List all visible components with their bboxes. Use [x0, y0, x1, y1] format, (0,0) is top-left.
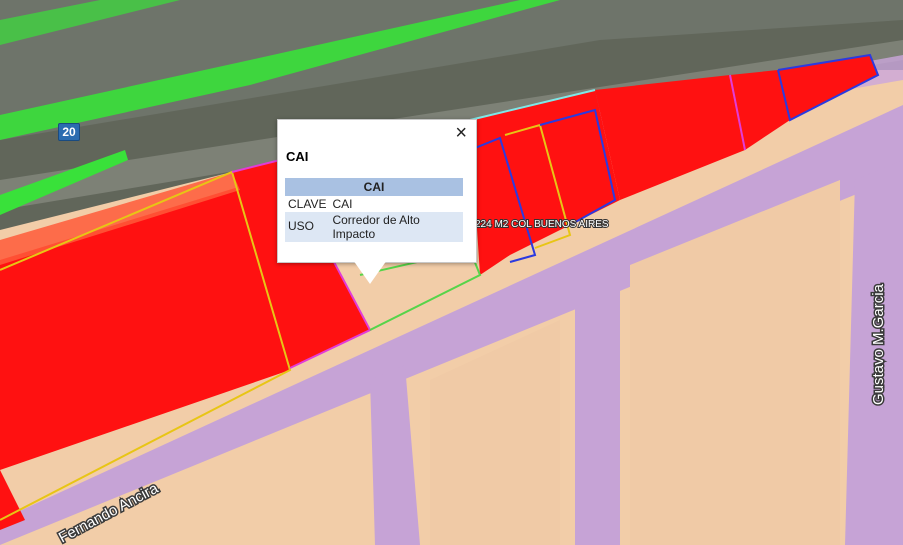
street-label-gustavo-garcia: Gustavo M.Garcia: [870, 283, 887, 405]
row-key: USO: [285, 212, 330, 242]
row-value: CAI: [332, 197, 353, 211]
highway-shield-icon: 20: [58, 123, 80, 141]
popup-title: CAI: [286, 149, 309, 164]
row-key: CLAVE: [288, 197, 327, 211]
table-row: CLAVE CAI: [285, 196, 463, 212]
table-header: CAI: [285, 178, 463, 196]
popup-pointer: [353, 260, 387, 284]
map-canvas[interactable]: 224 M2 COL BUENOS AIRES Fernando Ancira …: [0, 0, 903, 545]
feature-popup: × CAI CAI CLAVE CAI USO Corredor de Alto…: [277, 119, 477, 263]
parcel-label: 224 M2 COL BUENOS AIRES: [475, 219, 609, 230]
table-row: USO Corredor de Alto Impacto: [285, 212, 463, 242]
attribute-table: CAI CLAVE CAI USO Corredor de Alto Impac…: [285, 178, 463, 242]
street-cross-2: [575, 270, 620, 545]
row-value: Corredor de Alto Impacto: [329, 212, 463, 242]
close-icon[interactable]: ×: [455, 122, 467, 144]
